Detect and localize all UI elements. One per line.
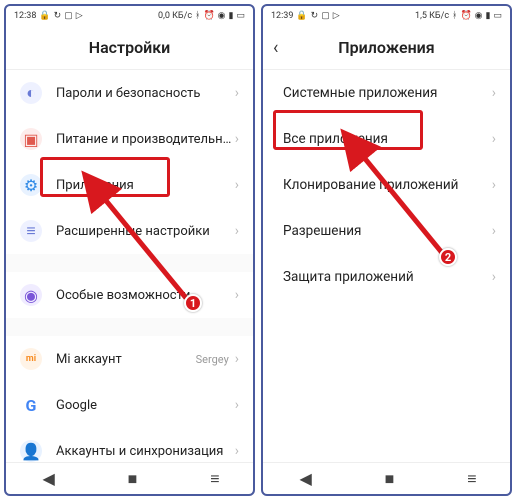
phone-left: 12:38 🔒 ↻ ▢ ▷ 0,0 КБ/с ᚼ ⏰ ◉ ▮ ▭ Настрой… (4, 4, 255, 496)
item-label: Пароли и безопасность (56, 86, 235, 101)
nav-recent-icon[interactable]: ≡ (210, 469, 216, 489)
item-label: Приложения (56, 178, 235, 193)
item-label: Google (56, 398, 235, 413)
alarm-icon: ⏰ (460, 11, 471, 21)
status-time: 12:38 (14, 11, 36, 21)
status-net: 0,0 КБ/с (158, 11, 192, 21)
battery-plus-icon: ▣ (20, 128, 42, 150)
nav-home-icon[interactable]: ■ (385, 469, 395, 489)
person-icon: 👤 (20, 440, 42, 462)
status-bar: 12:39 🔒 ↻ ▢ ▷ 1,5 КБ/с ᚼ ⏰ ◉ ▮ ▭ (263, 6, 510, 26)
page-title: Приложения (338, 38, 434, 57)
signal-icon: ▮ (229, 11, 234, 21)
chevron-right-icon: › (492, 131, 496, 147)
nav-recent-icon[interactable]: ≡ (467, 469, 473, 489)
header: Настройки (6, 26, 253, 70)
item-label: Все приложения (283, 131, 492, 147)
item-accounts-sync[interactable]: 👤 Аккаунты и синхронизация › (6, 428, 253, 462)
apps-list: Системные приложения › Все приложения › … (263, 70, 510, 462)
back-button[interactable]: ‹ (273, 37, 278, 58)
shield-icon: ◐ (20, 82, 42, 104)
play-icon: ▷ (76, 11, 83, 21)
status-bar: 12:38 🔒 ↻ ▢ ▷ 0,0 КБ/с ᚼ ⏰ ◉ ▮ ▭ (6, 6, 253, 26)
item-passwords[interactable]: ◐ Пароли и безопасность › (6, 70, 253, 116)
item-all-apps[interactable]: Все приложения › (263, 116, 510, 162)
nav-bar: ◀ ■ ≡ (263, 462, 510, 494)
wifi-icon: ◉ (475, 11, 483, 21)
chevron-right-icon: › (235, 177, 239, 193)
chevron-right-icon: › (235, 351, 239, 367)
chevron-right-icon: › (235, 443, 239, 459)
item-label: Разрешения (283, 223, 492, 239)
chevron-right-icon: › (235, 287, 239, 303)
chevron-right-icon: › (492, 223, 496, 239)
item-app-protection[interactable]: Защита приложений › (263, 254, 510, 300)
item-label: Расширенные настройки (56, 224, 235, 239)
item-power[interactable]: ▣ Питание и производительность › (6, 116, 253, 162)
sliders-icon: ≡ (20, 220, 42, 242)
chevron-right-icon: › (492, 85, 496, 101)
nav-home-icon[interactable]: ■ (128, 469, 138, 489)
chevron-right-icon: › (492, 269, 496, 285)
signal-icon: ▮ (486, 11, 491, 21)
sync-icon: ↻ (311, 11, 319, 21)
nav-bar: ◀ ■ ≡ (6, 462, 253, 494)
item-label: Особые возможности (56, 288, 235, 303)
item-clone-apps[interactable]: Клонирование приложений › (263, 162, 510, 208)
item-mi-account[interactable]: mi Mi аккаунт Sergey › (6, 336, 253, 382)
item-label: Системные приложения (283, 85, 492, 101)
chevron-right-icon: › (235, 223, 239, 239)
chevron-right-icon: › (235, 85, 239, 101)
battery-icon: ▭ (236, 11, 245, 21)
item-label: Защита приложений (283, 269, 492, 285)
item-label: Mi аккаунт (56, 352, 196, 367)
item-apps[interactable]: ⚙ Приложения › (6, 162, 253, 208)
gear-icon: ⚙ (20, 174, 42, 196)
chevron-right-icon: › (492, 177, 496, 193)
item-label: Питание и производительность (56, 132, 235, 147)
play-icon: ▷ (333, 11, 340, 21)
item-label: Аккаунты и синхронизация (56, 444, 235, 459)
item-label: Клонирование приложений (283, 177, 492, 193)
item-accessibility[interactable]: ◉ Особые возможности › (6, 272, 253, 318)
item-permissions[interactable]: Разрешения › (263, 208, 510, 254)
phone-right: 12:39 🔒 ↻ ▢ ▷ 1,5 КБ/с ᚼ ⏰ ◉ ▮ ▭ ‹ Прило… (261, 4, 512, 496)
lock-icon: 🔒 (39, 11, 50, 21)
bluetooth-icon: ᚼ (452, 11, 457, 21)
header: ‹ Приложения (263, 26, 510, 70)
settings-list: ◐ Пароли и безопасность › ▣ Питание и пр… (6, 70, 253, 462)
cast-icon: ▢ (64, 11, 73, 21)
status-net: 1,5 КБ/с (415, 11, 449, 21)
cast-icon: ▢ (321, 11, 330, 21)
bluetooth-icon: ᚼ (195, 11, 200, 21)
accessibility-icon: ◉ (20, 284, 42, 306)
google-logo-icon: G (20, 394, 42, 416)
nav-back-icon[interactable]: ◀ (299, 469, 311, 488)
item-system-apps[interactable]: Системные приложения › (263, 70, 510, 116)
battery-icon: ▭ (493, 11, 502, 21)
nav-back-icon[interactable]: ◀ (42, 469, 54, 488)
item-google[interactable]: G Google › (6, 382, 253, 428)
sync-icon: ↻ (54, 11, 62, 21)
chevron-right-icon: › (235, 131, 239, 147)
page-title: Настройки (89, 38, 171, 57)
wifi-icon: ◉ (218, 11, 226, 21)
alarm-icon: ⏰ (203, 11, 214, 21)
item-advanced[interactable]: ≡ Расширенные настройки › (6, 208, 253, 254)
lock-icon: 🔒 (296, 11, 307, 21)
chevron-right-icon: › (235, 397, 239, 413)
mi-logo-icon: mi (20, 348, 42, 370)
item-extra: Sergey (196, 353, 229, 366)
status-time: 12:39 (271, 11, 293, 21)
